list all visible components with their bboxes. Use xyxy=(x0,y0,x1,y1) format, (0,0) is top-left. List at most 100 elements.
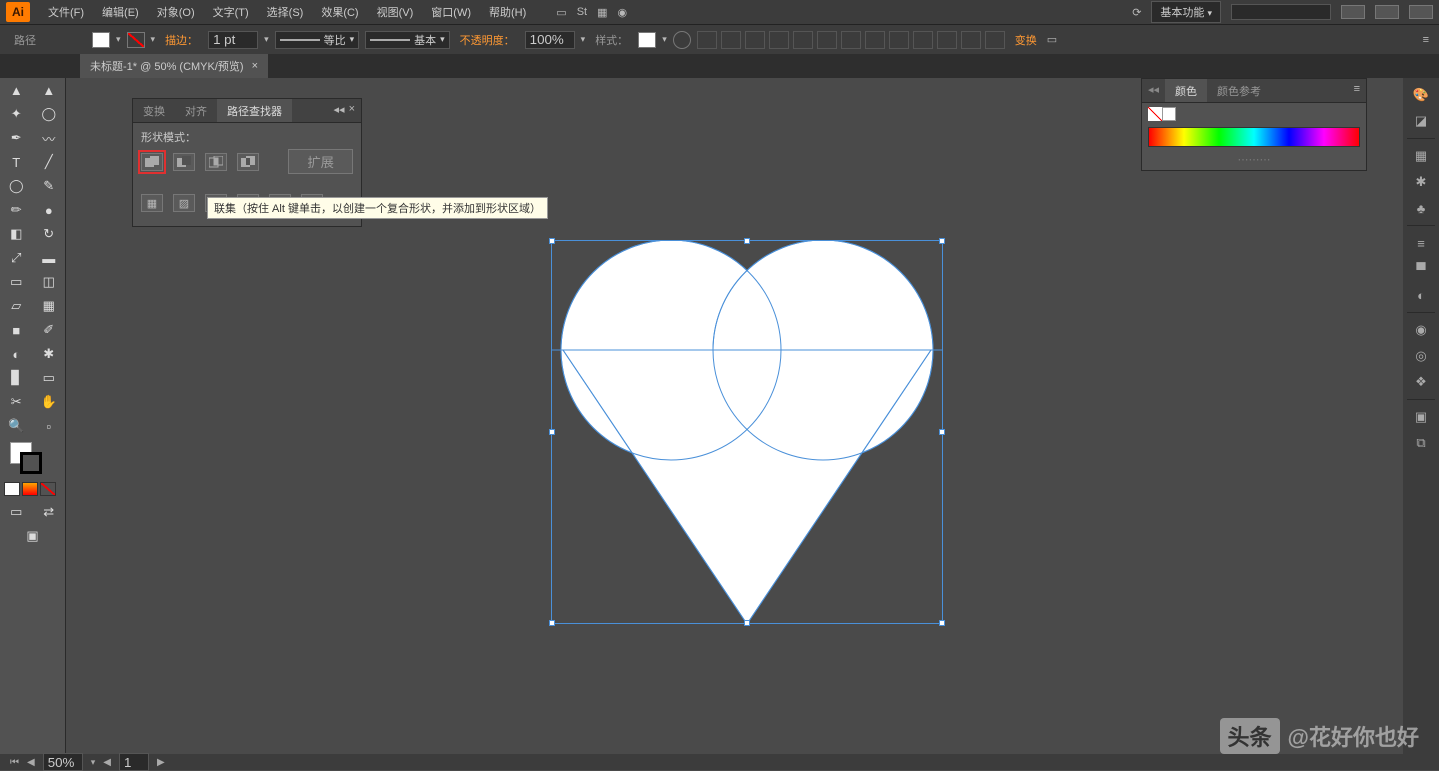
align-left-button[interactable] xyxy=(697,31,717,49)
shape-mode-4-button[interactable] xyxy=(985,31,1005,49)
align-to-button[interactable] xyxy=(889,31,909,49)
opacity-label[interactable]: 不透明度： xyxy=(456,32,519,48)
blob-brush-tool[interactable]: ● xyxy=(33,198,66,222)
expand-button[interactable]: 扩展 xyxy=(288,149,353,174)
divide-button[interactable]: ▦ xyxy=(141,194,163,212)
canvas[interactable]: 变换 对齐 路径查找器 ◂◂ × 形状模式： xyxy=(66,78,1403,754)
tab-close-icon[interactable]: × xyxy=(252,60,258,72)
shape-mode-3-button[interactable] xyxy=(961,31,981,49)
align-right-button[interactable] xyxy=(745,31,765,49)
gradient-rail-icon[interactable]: ▀ xyxy=(1405,256,1437,282)
artboard-next-icon[interactable]: ▶ xyxy=(157,757,165,768)
selection-handle-nw[interactable] xyxy=(549,238,555,244)
stroke-label[interactable]: 描边： xyxy=(161,32,202,48)
change-screen-mode[interactable]: ▣ xyxy=(0,524,65,548)
fill-stroke-indicator[interactable] xyxy=(0,438,65,478)
artboard-prev-icon[interactable]: ◀ xyxy=(103,757,111,768)
selection-handle-e[interactable] xyxy=(939,429,945,435)
symbols-rail-icon[interactable]: ♣ xyxy=(1405,195,1437,221)
paintbrush-tool[interactable]: ✎ xyxy=(33,174,66,198)
unite-button[interactable] xyxy=(141,153,163,171)
zoom-tool[interactable]: 🔍 xyxy=(0,414,33,438)
arrange-icon[interactable]: ▦ xyxy=(597,6,607,19)
selection-handle-sw[interactable] xyxy=(549,620,555,626)
screen-mode-normal[interactable]: ▭ xyxy=(0,500,33,524)
stroke-indicator[interactable] xyxy=(20,452,42,474)
fill-swatch[interactable] xyxy=(92,32,110,48)
color-guide-tab[interactable]: 颜色参考 xyxy=(1207,79,1271,102)
opacity-input[interactable] xyxy=(525,31,575,49)
hand-tool[interactable]: ✋ xyxy=(33,390,66,414)
eyedropper-tool[interactable]: ✐ xyxy=(33,318,66,342)
selection-handle-n[interactable] xyxy=(744,238,750,244)
symbol-sprayer-tool[interactable]: ✱ xyxy=(33,342,66,366)
ellipse-tool[interactable]: ◯ xyxy=(0,174,33,198)
stroke-weight-input[interactable] xyxy=(208,31,258,49)
menu-window[interactable]: 窗口(W) xyxy=(423,1,479,23)
none-swatch[interactable] xyxy=(1148,107,1162,121)
intersect-button[interactable] xyxy=(205,153,227,171)
brushes-rail-icon[interactable]: ✱ xyxy=(1405,169,1437,195)
nav-prev-icon[interactable]: ◀ xyxy=(27,757,35,768)
mesh-tool[interactable]: ▦ xyxy=(33,294,66,318)
window-close[interactable] xyxy=(1409,5,1433,19)
color-panel-collapse-icon[interactable]: ◂◂ xyxy=(1142,79,1165,102)
trim-button[interactable]: ▨ xyxy=(173,194,195,212)
distribute-h-button[interactable] xyxy=(841,31,861,49)
pencil-tool[interactable]: ✏ xyxy=(0,198,33,222)
selection-tool[interactable]: ▲ xyxy=(0,78,33,102)
artboard-tool[interactable]: ▭ xyxy=(33,366,66,390)
stroke-swatch[interactable] xyxy=(127,32,145,48)
menu-effect[interactable]: 效果(C) xyxy=(313,1,366,23)
align-vcenter-button[interactable] xyxy=(793,31,813,49)
distribute-v-button[interactable] xyxy=(865,31,885,49)
type-tool[interactable]: T xyxy=(0,150,33,174)
selection-handle-ne[interactable] xyxy=(939,238,945,244)
recolor-icon[interactable] xyxy=(673,31,691,49)
gradient-tool[interactable]: ■ xyxy=(0,318,33,342)
asset-export-rail-icon[interactable]: ⧉ xyxy=(1405,430,1437,456)
menu-view[interactable]: 视图(V) xyxy=(369,1,422,23)
color-panel-menu-icon[interactable]: ≡ xyxy=(1354,83,1360,98)
curvature-tool[interactable]: 〰 xyxy=(33,126,66,150)
align-hcenter-button[interactable] xyxy=(721,31,741,49)
free-transform-tool[interactable]: ▭ xyxy=(0,270,33,294)
color-spectrum[interactable] xyxy=(1148,127,1360,147)
menu-help[interactable]: 帮助(H) xyxy=(481,1,534,23)
line-tool[interactable]: ╱ xyxy=(33,150,66,174)
menu-select[interactable]: 选择(S) xyxy=(259,1,312,23)
transform-link[interactable]: 变换 xyxy=(1011,32,1041,48)
menu-object[interactable]: 对象(O) xyxy=(149,1,203,23)
workspace-selector[interactable]: 基本功能 ▾ xyxy=(1151,1,1221,23)
graphic-styles-rail-icon[interactable]: ◎ xyxy=(1405,343,1437,369)
direct-selection-tool[interactable]: ▲ xyxy=(33,78,66,102)
panel-close-icon[interactable]: × xyxy=(349,103,355,118)
menu-type[interactable]: 文字(T) xyxy=(205,1,257,23)
gpu-icon[interactable]: ◉ xyxy=(618,6,628,19)
shape-builder-tool[interactable]: ◫ xyxy=(33,270,66,294)
artboard-number-input[interactable] xyxy=(119,753,149,771)
libraries-rail-icon[interactable]: ▣ xyxy=(1405,404,1437,430)
control-menu-icon[interactable]: ≡ xyxy=(1423,34,1429,46)
stroke-profile-dropdown[interactable]: 等比▾ xyxy=(275,31,360,49)
color-mode-gradient[interactable] xyxy=(22,482,38,496)
rotate-tool[interactable]: ↻ xyxy=(33,222,66,246)
slice-tool[interactable]: ✂ xyxy=(0,390,33,414)
selection-handle-s[interactable] xyxy=(744,620,750,626)
search-input[interactable] xyxy=(1231,4,1331,20)
color-mode-none[interactable] xyxy=(40,482,56,496)
color-guide-rail-icon[interactable]: ◪ xyxy=(1405,108,1437,134)
align-top-button[interactable] xyxy=(769,31,789,49)
zoom-input[interactable] xyxy=(43,753,83,771)
menu-edit[interactable]: 编辑(E) xyxy=(94,1,147,23)
isolate-icon[interactable]: ▭ xyxy=(1047,33,1057,46)
window-minimize[interactable] xyxy=(1341,5,1365,19)
panel-tab-align[interactable]: 对齐 xyxy=(175,99,217,122)
panel-grip-icon[interactable]: ⋯⋯⋯ xyxy=(1142,153,1366,170)
selection-handle-se[interactable] xyxy=(939,620,945,626)
panel-tab-transform[interactable]: 变换 xyxy=(133,99,175,122)
document-tab[interactable]: 未标题-1* @ 50% (CMYK/预览) × xyxy=(80,54,268,78)
magic-wand-tool[interactable]: ✦ xyxy=(0,102,33,126)
color-tab[interactable]: 颜色 xyxy=(1165,79,1207,102)
lasso-tool[interactable]: ◯ xyxy=(33,102,66,126)
